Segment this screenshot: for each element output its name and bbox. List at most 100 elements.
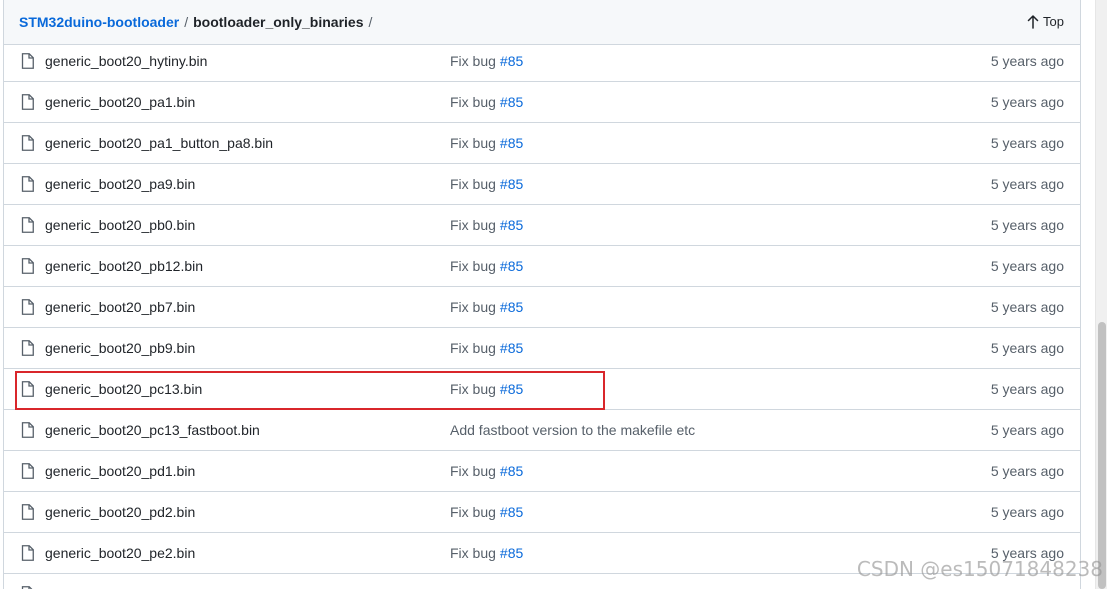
commit-message-link[interactable]: Fix bug [450, 94, 496, 110]
breadcrumb-separator: / [184, 14, 189, 30]
commit-message-link[interactable]: Fix bug [450, 299, 496, 315]
issue-link[interactable]: #85 [500, 258, 523, 274]
issue-link[interactable]: #85 [500, 217, 523, 233]
file-icon [21, 463, 34, 479]
file-row[interactable]: generic_boot20_pc13.bin Fix bug #85 5 years… [4, 369, 1080, 410]
file-row[interactable]: generic_boot20_pa9.bin Fix bug #85 5 years … [4, 164, 1080, 205]
file-row[interactable]: generic_boot20_pa1_button_pa8.bin Fix bug… [4, 123, 1080, 164]
file-name-link[interactable]: generic_boot20_pc13_fastboot.bin [45, 422, 260, 438]
commit-message: Fix bug #85 [450, 299, 523, 315]
breadcrumb: STM32duino-bootloader / bootloader_only_… [19, 14, 377, 30]
issue-link[interactable]: #85 [500, 176, 523, 192]
issue-link[interactable]: #85 [500, 340, 523, 356]
file-row[interactable]: generic_boot20_pa1.bin Fix bug #85 5 years … [4, 82, 1080, 123]
file-icon [21, 504, 34, 520]
scrollbar-thumb[interactable] [1098, 322, 1106, 589]
file-icon [21, 135, 34, 151]
commit-age: 5 years ago [990, 381, 1064, 397]
commit-message: Fix bug #85 [450, 53, 523, 69]
file-icon [21, 94, 34, 110]
commit-age: 5 years ago [990, 340, 1064, 356]
file-row[interactable]: generic_boot20_pd2.bin Fix bug #85 5 years … [4, 492, 1080, 533]
arrow-up-icon [1027, 14, 1039, 29]
commit-message-link[interactable]: Fix bug [450, 53, 496, 69]
commit-message: Fix bug #85 [450, 545, 523, 561]
commit-message-link[interactable]: Fix bug [450, 217, 496, 233]
file-row[interactable]: generic_boot20_pd1.bin Fix bug #85 5 years … [4, 451, 1080, 492]
breadcrumb-separator: / [368, 14, 373, 30]
file-name-link[interactable]: generic_boot20_pd1.bin [45, 463, 195, 479]
file-name-link[interactable]: generic_boot20_pc13.bin [45, 381, 202, 397]
file-icon [21, 340, 34, 356]
vertical-scrollbar[interactable] [1095, 0, 1107, 589]
file-icon [21, 176, 34, 192]
commit-age: 5 years ago [990, 53, 1064, 69]
file-row[interactable]: generic_boot20_pb7.bin Fix bug #85 5 years … [4, 287, 1080, 328]
issue-link[interactable]: #85 [500, 135, 523, 151]
file-name-link[interactable]: generic_boot20_pb7.bin [45, 299, 195, 315]
file-icon [21, 299, 34, 315]
breadcrumb-repo-link[interactable]: STM32duino-bootloader [19, 14, 179, 30]
commit-age: 5 years ago [990, 463, 1064, 479]
commit-age: 5 years ago [990, 422, 1064, 438]
file-list-header: STM32duino-bootloader / bootloader_only_… [4, 0, 1080, 45]
commit-age: 5 years ago [990, 94, 1064, 110]
file-name-link[interactable]: generic_boot20_pe2.bin [45, 545, 195, 561]
file-icon [21, 545, 34, 561]
commit-message: Fix bug #85 [450, 258, 523, 274]
file-icon [21, 422, 34, 438]
commit-message: Fix bug #85 [450, 463, 523, 479]
file-name-link[interactable]: generic_boot20_pb0.bin [45, 217, 195, 233]
commit-message-link[interactable]: Fix bug [450, 504, 496, 520]
file-icon [21, 217, 34, 233]
file-name-link[interactable]: generic_boot20_pd2.bin [45, 504, 195, 520]
breadcrumb-current-folder: bootloader_only_binaries [193, 14, 364, 30]
file-row[interactable]: generic_boot20_hytiny.bin Fix bug #85 5 yea… [4, 41, 1080, 82]
file-name-link[interactable]: generic_boot20_pa9.bin [45, 176, 195, 192]
issue-link[interactable]: #85 [500, 53, 523, 69]
issue-link[interactable]: #85 [500, 545, 523, 561]
commit-message-link[interactable]: Fix bug [450, 135, 496, 151]
commit-age: 5 years ago [990, 504, 1064, 520]
commit-age: 5 years ago [990, 299, 1064, 315]
file-icon [21, 381, 34, 397]
commit-message-link[interactable]: Fix bug [450, 340, 496, 356]
file-name-link[interactable]: generic_boot20_pa1_button_pa8.bin [45, 135, 273, 151]
issue-link[interactable]: #85 [500, 504, 523, 520]
issue-link[interactable]: #85 [500, 94, 523, 110]
top-label: Top [1043, 14, 1064, 29]
commit-message: Fix bug #85 [450, 135, 523, 151]
commit-message-link[interactable]: Fix bug [450, 258, 496, 274]
watermark: CSDN @es15071848238 [856, 557, 1103, 581]
commit-message-link[interactable]: Fix bug [450, 545, 496, 561]
file-name-link[interactable]: generic_boot20_pb9.bin [45, 340, 195, 356]
file-icon [21, 53, 34, 69]
issue-link[interactable]: #85 [500, 463, 523, 479]
commit-message: Add fastboot version to the makefile etc [450, 422, 699, 438]
file-browser: STM32duino-bootloader / bootloader_only_… [3, 0, 1081, 589]
commit-age: 5 years ago [990, 217, 1064, 233]
file-row[interactable]: generic_boot20_pb9.bin Fix bug #85 5 years … [4, 328, 1080, 369]
file-list: generic_boot20_hytiny.bin Fix bug #85 5 yea… [4, 41, 1080, 589]
commit-age: 5 years ago [990, 258, 1064, 274]
commit-age: 5 years ago [990, 135, 1064, 151]
commit-message-link[interactable]: Fix bug [450, 381, 496, 397]
commit-message: Fix bug #85 [450, 504, 523, 520]
file-name-link[interactable]: generic_boot20_hytiny.bin [45, 53, 207, 69]
top-button[interactable]: Top [1027, 14, 1064, 29]
issue-link[interactable]: #85 [500, 299, 523, 315]
file-row[interactable]: generic_boot20_pb0.bin Fix bug #85 5 years … [4, 205, 1080, 246]
issue-link[interactable]: #85 [500, 381, 523, 397]
commit-message: Fix bug #85 [450, 94, 523, 110]
commit-message: Fix bug #85 [450, 381, 523, 397]
commit-message-link[interactable]: Fix bug [450, 176, 496, 192]
file-row[interactable]: generic_boot20_pb12.bin Fix bug #85 5 years… [4, 246, 1080, 287]
file-name-link[interactable]: generic_boot20_pa1.bin [45, 94, 195, 110]
commit-message: Fix bug #85 [450, 176, 523, 192]
file-name-link[interactable]: generic_boot20_pb12.bin [45, 258, 203, 274]
file-row[interactable]: generic_boot20_pc13_fastboot.bin Add fast… [4, 410, 1080, 451]
commit-message-link[interactable]: Fix bug [450, 463, 496, 479]
commit-message-link[interactable]: Add fastboot version to the makefile etc [450, 422, 695, 438]
commit-message: Fix bug #85 [450, 340, 523, 356]
commit-message: Fix bug #85 [450, 217, 523, 233]
